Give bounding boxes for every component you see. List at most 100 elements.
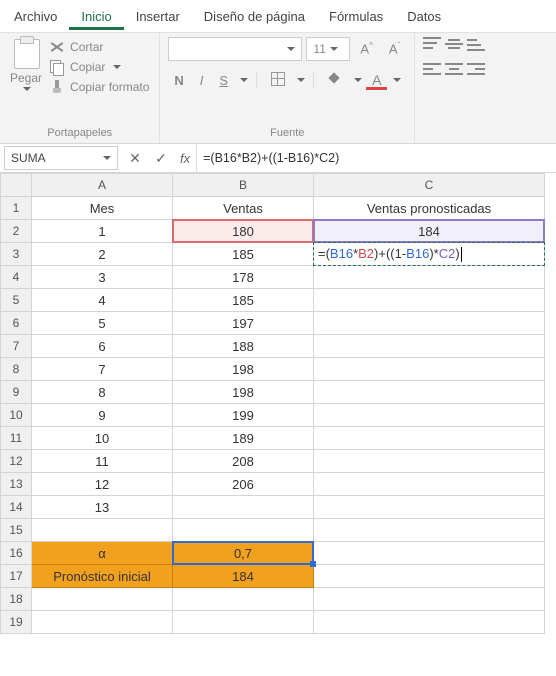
cell[interactable] [314, 289, 545, 312]
name-box[interactable]: SUMA [4, 146, 118, 170]
cell-initial-forecast-label[interactable]: Pronóstico inicial [32, 565, 173, 588]
row-header[interactable]: 8 [1, 358, 32, 381]
row-header[interactable]: 17 [1, 565, 32, 588]
tab-insert[interactable]: Insertar [124, 3, 192, 30]
cell[interactable]: 198 [173, 381, 314, 404]
cell[interactable]: 188 [173, 335, 314, 358]
cell[interactable] [314, 381, 545, 404]
cell[interactable]: 189 [173, 427, 314, 450]
cell[interactable]: 198 [173, 358, 314, 381]
row-header[interactable]: 16 [1, 542, 32, 565]
cell[interactable] [173, 588, 314, 611]
cell[interactable] [314, 588, 545, 611]
cell[interactable]: 206 [173, 473, 314, 496]
cell[interactable] [314, 358, 545, 381]
column-header-b[interactable]: B [173, 174, 314, 197]
tab-formulas[interactable]: Fórmulas [317, 3, 395, 30]
row-header[interactable]: 9 [1, 381, 32, 404]
cell-c3-editing[interactable]: =(B16*B2)+((1-B16)*C2) [314, 243, 545, 266]
spreadsheet[interactable]: A B C 1 Mes Ventas Ventas pronosticadas … [0, 173, 556, 634]
formula-input[interactable]: =(B16*B2)+((1-B16)*C2) [196, 144, 556, 172]
fill-color-button[interactable] [322, 72, 348, 89]
cell[interactable] [314, 312, 545, 335]
font-name-select[interactable] [168, 37, 302, 61]
cell[interactable]: 208 [173, 450, 314, 473]
row-header[interactable]: 1 [1, 197, 32, 220]
increase-font-button[interactable]: A^ [354, 41, 378, 56]
cell[interactable] [173, 496, 314, 519]
cell[interactable] [314, 519, 545, 542]
cell[interactable]: 7 [32, 358, 173, 381]
cell-alpha-label[interactable]: α [32, 542, 173, 565]
row-header[interactable]: 18 [1, 588, 32, 611]
cell[interactable] [173, 611, 314, 634]
cell[interactable]: 8 [32, 381, 173, 404]
cell[interactable]: 10 [32, 427, 173, 450]
cell[interactable] [314, 427, 545, 450]
cell[interactable]: 9 [32, 404, 173, 427]
cell[interactable] [32, 519, 173, 542]
cell-b2[interactable]: 180 [173, 220, 314, 243]
cell[interactable]: 5 [32, 312, 173, 335]
confirm-formula-button[interactable]: ✓ [148, 150, 174, 167]
align-top-button[interactable] [423, 37, 441, 51]
align-bottom-button[interactable] [467, 37, 485, 51]
cell[interactable] [314, 611, 545, 634]
tab-home[interactable]: Inicio [69, 3, 123, 30]
tab-data[interactable]: Datos [395, 3, 453, 30]
row-header[interactable]: 2 [1, 220, 32, 243]
font-size-select[interactable]: 11 [306, 37, 350, 61]
row-header[interactable]: 5 [1, 289, 32, 312]
copy-button[interactable]: Copiar [48, 59, 151, 75]
column-header-c[interactable]: C [314, 174, 545, 197]
cell[interactable]: Mes [32, 197, 173, 220]
cell[interactable]: 2 [32, 243, 173, 266]
paste-button[interactable]: Pegar [8, 37, 44, 93]
row-header[interactable]: 4 [1, 266, 32, 289]
decrease-font-button[interactable]: Aˇ [383, 41, 406, 56]
cell[interactable]: Ventas pronosticadas [314, 197, 545, 220]
row-header[interactable]: 6 [1, 312, 32, 335]
row-header[interactable]: 3 [1, 243, 32, 266]
align-right-button[interactable] [467, 63, 485, 77]
cell-b16[interactable]: 0,7 [173, 542, 314, 565]
fill-handle[interactable] [310, 561, 316, 567]
fx-icon[interactable]: fx [180, 151, 190, 166]
cell[interactable]: Ventas [173, 197, 314, 220]
row-header[interactable]: 7 [1, 335, 32, 358]
cell[interactable] [314, 450, 545, 473]
cell[interactable] [314, 565, 545, 588]
cell[interactable]: 6 [32, 335, 173, 358]
cell[interactable]: 199 [173, 404, 314, 427]
cell[interactable]: 11 [32, 450, 173, 473]
select-all-corner[interactable] [1, 174, 32, 197]
row-header[interactable]: 19 [1, 611, 32, 634]
cell[interactable] [32, 588, 173, 611]
cell-b17[interactable]: 184 [173, 565, 314, 588]
italic-button[interactable]: I [194, 73, 210, 88]
row-header[interactable]: 15 [1, 519, 32, 542]
cell[interactable] [314, 473, 545, 496]
cell[interactable] [32, 611, 173, 634]
align-left-button[interactable] [423, 63, 441, 77]
cell[interactable] [314, 496, 545, 519]
row-header[interactable]: 10 [1, 404, 32, 427]
cell-c2[interactable]: 184 [314, 220, 545, 243]
column-header-a[interactable]: A [32, 174, 173, 197]
tab-file[interactable]: Archivo [2, 3, 69, 30]
align-center-button[interactable] [445, 63, 463, 77]
cut-button[interactable]: Cortar [48, 39, 151, 55]
cell[interactable]: 185 [173, 289, 314, 312]
row-header[interactable]: 12 [1, 450, 32, 473]
cancel-formula-button[interactable]: ✕ [122, 150, 148, 167]
cell[interactable]: 3 [32, 266, 173, 289]
cell[interactable] [314, 542, 545, 565]
borders-button[interactable] [265, 72, 291, 89]
font-color-button[interactable]: A [366, 72, 387, 88]
cell[interactable]: 4 [32, 289, 173, 312]
cell[interactable] [173, 519, 314, 542]
tab-page-layout[interactable]: Diseño de página [192, 3, 317, 30]
cell[interactable]: 197 [173, 312, 314, 335]
cell[interactable]: 185 [173, 243, 314, 266]
cell[interactable] [314, 335, 545, 358]
